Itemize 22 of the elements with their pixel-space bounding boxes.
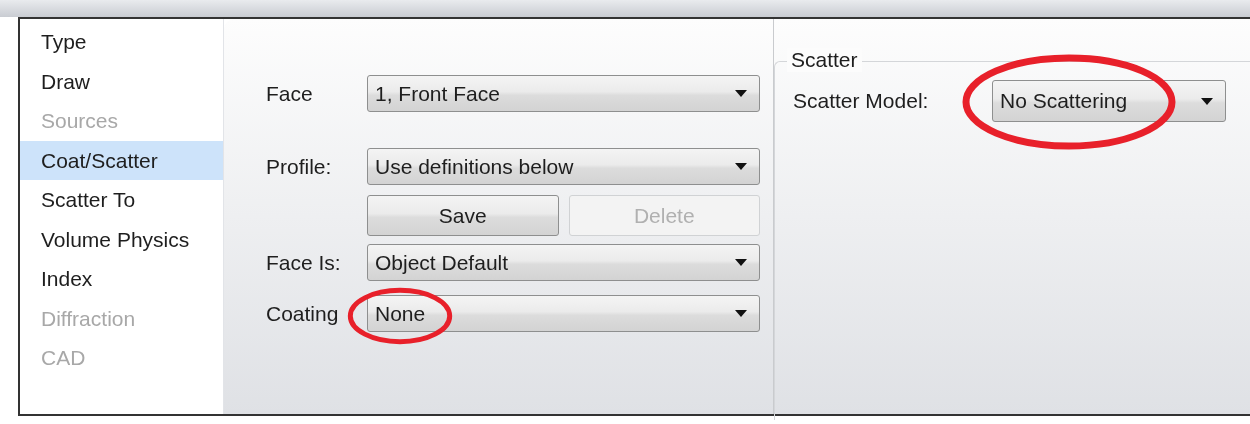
sidebar-item[interactable]: Coat/Scatter	[20, 140, 223, 180]
caret-icon	[735, 90, 747, 97]
sidebar-item[interactable]: Type	[20, 22, 223, 62]
field-label: Scatter Model:	[793, 89, 930, 113]
caret-icon	[1201, 97, 1213, 105]
dropdown[interactable]: No Scattering	[992, 80, 1226, 122]
dropdown[interactable]: 1, Front Face	[367, 75, 760, 112]
caret-icon	[735, 163, 747, 170]
sidebar-item[interactable]: Volume Physics	[20, 219, 223, 259]
profile-button[interactable]: Save	[367, 195, 559, 236]
sidebar-item[interactable]: Index	[20, 259, 223, 299]
dropdown[interactable]: None	[367, 295, 760, 332]
field-label: Face Is:	[266, 250, 342, 275]
dropdown[interactable]: Object Default	[367, 244, 760, 281]
caret-icon	[735, 259, 747, 266]
field-label: Profile:	[266, 154, 333, 179]
caret-icon	[735, 310, 747, 317]
field-label: Face	[266, 81, 314, 106]
sidebar-item[interactable]: Scatter To	[20, 180, 223, 220]
dropdown[interactable]: Use definitions below	[367, 148, 760, 185]
sidebar-item[interactable]: Draw	[20, 61, 223, 101]
field-label: Coating	[266, 301, 340, 326]
